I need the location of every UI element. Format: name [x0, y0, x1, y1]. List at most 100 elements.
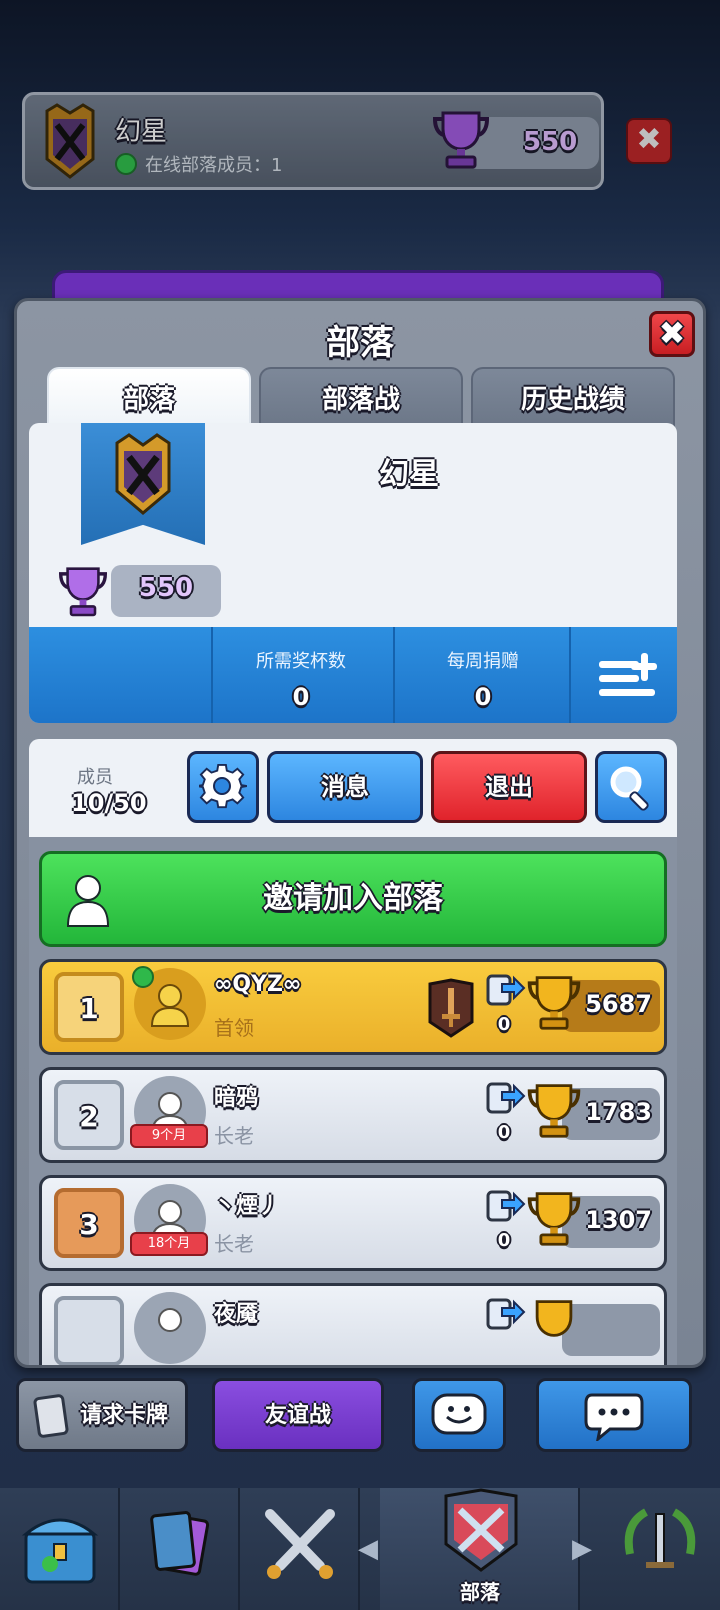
- clan-badge-icon: [45, 103, 95, 179]
- person-icon: [66, 875, 110, 927]
- nav-shop[interactable]: [0, 1488, 120, 1610]
- clan-trophy-icon: [433, 111, 489, 169]
- avatar: [134, 1292, 206, 1364]
- nav-clan-label: 部落: [460, 1580, 500, 1604]
- member-row-2[interactable]: 2 9个月 暗鸦 长老 0 1783: [39, 1067, 667, 1163]
- member-trophies: 5687: [585, 990, 652, 1018]
- member-name: 夜魇: [214, 1302, 259, 1327]
- nav-clan[interactable]: 部落: [380, 1488, 580, 1610]
- required-trophies-stat: 所需奖杯数 0: [211, 647, 391, 711]
- chest-icon: [21, 1518, 99, 1584]
- background-clan-name: 幻星: [115, 117, 168, 147]
- member-role: 长老: [214, 1124, 254, 1148]
- member-rank: 2: [54, 1080, 124, 1150]
- dialog-title: 部落: [326, 323, 394, 363]
- clan-badge-icon: [115, 433, 171, 515]
- request-cards-label: 请求卡牌: [79, 1403, 168, 1428]
- chat-button[interactable]: [536, 1378, 692, 1452]
- friendly-battle-button[interactable]: 友谊战: [212, 1378, 384, 1452]
- tab-bar: 部落 部落战 历史战绩: [47, 367, 675, 427]
- donation-cards-icon: [486, 1082, 526, 1114]
- card-icon: [33, 1394, 69, 1438]
- tab-clan[interactable]: 部落: [47, 367, 251, 427]
- leave-clan-button[interactable]: 退出: [431, 751, 587, 823]
- member-role: 首领: [214, 1016, 254, 1040]
- member-name: 丶煙丿: [214, 1194, 281, 1219]
- member-donations: 0: [497, 1014, 511, 1035]
- weekly-donations-label: 每周捐赠: [447, 651, 519, 672]
- clan-stats-strip: 所需奖杯数 0 每周捐赠 0: [29, 627, 677, 723]
- cards-icon: [150, 1511, 210, 1576]
- clan-settings-list-icon[interactable]: [597, 651, 657, 703]
- member-donations: 0: [497, 1122, 511, 1143]
- member-row-3[interactable]: 3 18个月 丶煙丿 长老 0 1307: [39, 1175, 667, 1271]
- required-trophies-value: 0: [292, 683, 310, 711]
- tab-history[interactable]: 历史战绩: [471, 367, 675, 427]
- emote-icon: [431, 1393, 487, 1435]
- weekly-donations-value: 0: [474, 683, 492, 711]
- search-button[interactable]: [595, 751, 667, 823]
- member-rank: [54, 1296, 124, 1365]
- request-cards-button[interactable]: 请求卡牌: [16, 1378, 188, 1452]
- members-count: 10/50: [71, 789, 147, 817]
- search-icon: [610, 766, 649, 811]
- emote-button[interactable]: [412, 1378, 506, 1452]
- tournament-icon: [624, 1508, 696, 1568]
- person-icon: [158, 1308, 182, 1332]
- clan-icon: [444, 1488, 518, 1572]
- online-status-icon: [132, 966, 154, 988]
- nav-cards[interactable]: [120, 1488, 240, 1610]
- gear-icon: [196, 763, 248, 809]
- donation-cards-icon: [486, 1190, 526, 1222]
- clan-dialog: 部落 ✖ 部落 部落战 历史战绩 幻星 550 所需奖杯数 0 每周捐赠 0 成…: [14, 298, 706, 1368]
- tab-clan-war[interactable]: 部落战: [259, 367, 463, 427]
- nav-right-arrow-icon[interactable]: ▶: [572, 1534, 592, 1564]
- member-tenure-badge: 18个月: [130, 1232, 208, 1256]
- member-donations: 0: [497, 1230, 511, 1251]
- settings-button[interactable]: [187, 751, 259, 823]
- member-row-4[interactable]: 夜魇: [39, 1283, 667, 1365]
- bottom-nav: ◀ 部落 ▶: [0, 1488, 720, 1610]
- member-role: 长老: [214, 1232, 254, 1256]
- clan-trophy-count: 550: [138, 573, 194, 603]
- member-name: 暗鸦: [214, 1086, 259, 1111]
- clan-trophy-pill: 550: [111, 565, 221, 617]
- background-trophy-count: 550: [523, 127, 578, 157]
- members-label: 成员: [77, 767, 113, 788]
- background-clan-bar: 幻星 在线部落成员：1 550: [22, 92, 604, 190]
- online-members-text: 在线部落成员：1: [145, 155, 283, 176]
- required-trophies-label: 所需奖杯数: [256, 651, 346, 672]
- member-name: ∞QYZ∞: [214, 972, 302, 997]
- donation-cards-icon: [486, 974, 526, 1006]
- members-section: 成员 10/50 消息 退出 邀请加入部落 1 ∞QYZ∞ 首领 0 5687 …: [29, 739, 677, 1365]
- clan-name: 幻星: [379, 457, 439, 492]
- chat-bubble-icon: [584, 1393, 644, 1443]
- invite-to-clan-label: 邀请加入部落: [263, 881, 443, 916]
- online-members: 在线部落成员：1: [115, 151, 282, 177]
- background-close-button[interactable]: ✖: [626, 118, 672, 164]
- close-button[interactable]: ✖: [649, 311, 695, 357]
- battle-icon: [265, 1509, 335, 1579]
- member-trophies: 1307: [585, 1206, 652, 1234]
- invite-to-clan-button[interactable]: 邀请加入部落: [39, 851, 667, 947]
- clan-info-card: 幻星 550 所需奖杯数 0 每周捐赠 0: [29, 423, 677, 723]
- donation-cards-icon: [486, 1298, 526, 1330]
- member-rank: 1: [54, 972, 124, 1042]
- member-rank: 3: [54, 1188, 124, 1258]
- league-badge-icon: [428, 978, 474, 1038]
- trophy-icon: [527, 976, 581, 1030]
- clan-trophy-icon: [59, 567, 107, 617]
- clan-banner: [81, 423, 205, 545]
- member-row-1[interactable]: 1 ∞QYZ∞ 首领 0 5687: [39, 959, 667, 1055]
- online-dot-icon: [115, 153, 137, 175]
- tab-clan-label: 部落: [122, 385, 175, 415]
- nav-left-arrow-icon[interactable]: ◀: [358, 1534, 378, 1564]
- weekly-donations-stat: 每周捐赠 0: [393, 647, 573, 711]
- nav-tournament[interactable]: [600, 1488, 720, 1610]
- trophy-icon: [527, 1084, 581, 1138]
- member-trophies: 1783: [585, 1098, 652, 1126]
- message-button[interactable]: 消息: [267, 751, 423, 823]
- members-header: 成员 10/50 消息 退出: [29, 739, 677, 837]
- trophy-icon: [535, 1300, 573, 1337]
- nav-battle[interactable]: [240, 1488, 360, 1610]
